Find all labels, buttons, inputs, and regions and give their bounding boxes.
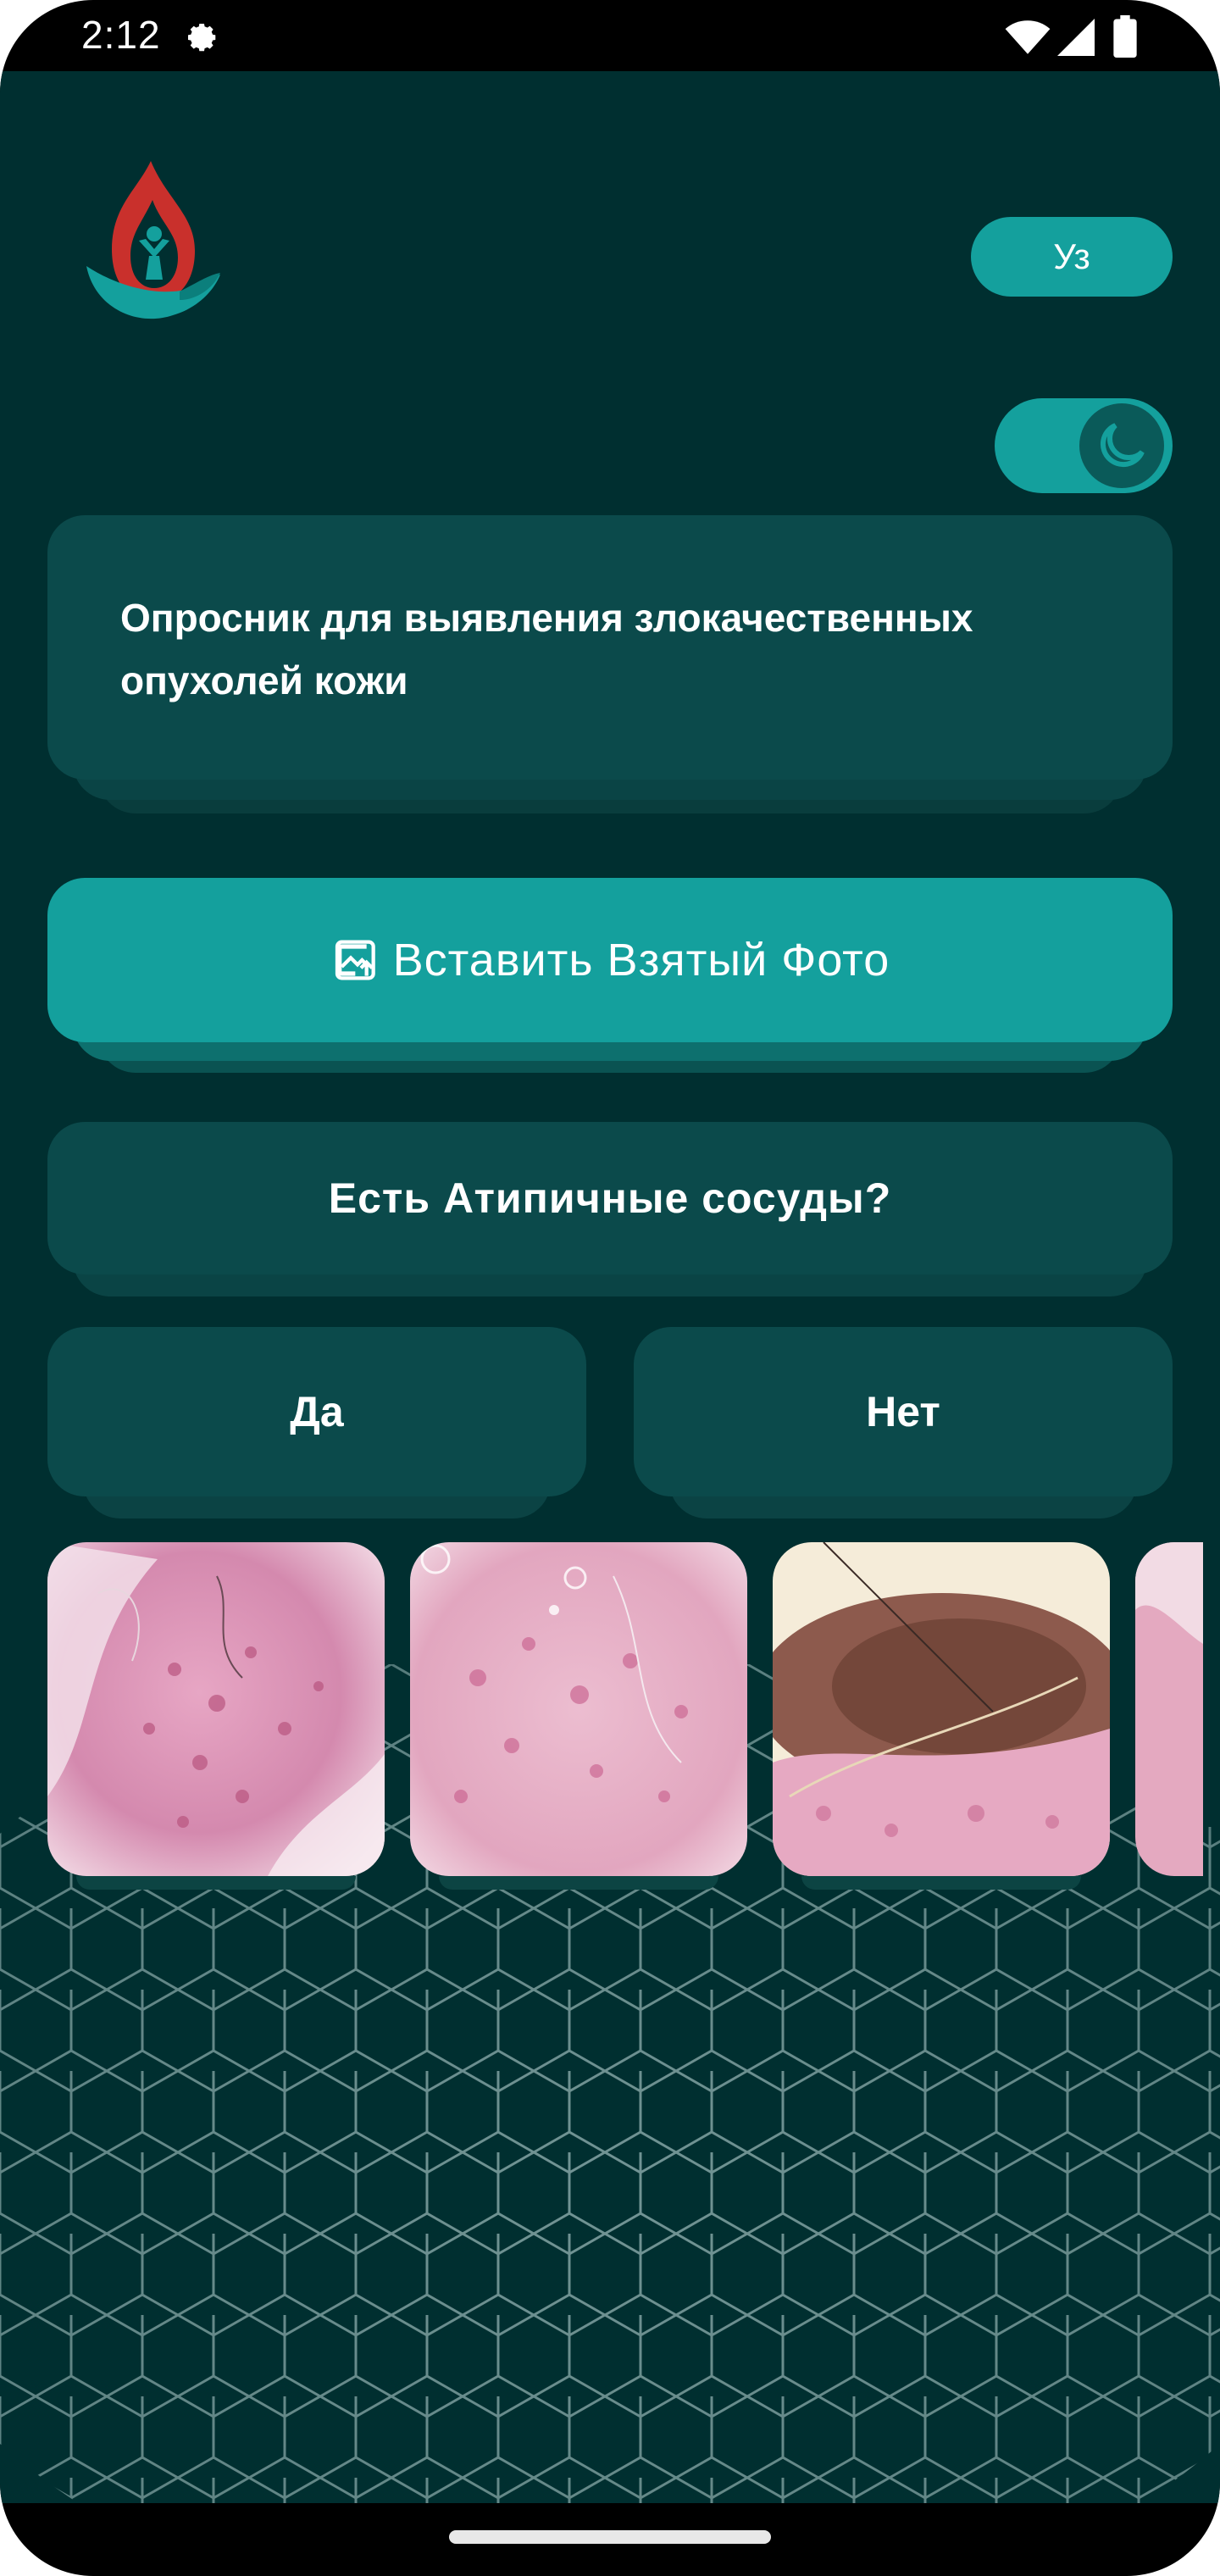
app-screen: Уз Опросник для выявления злокачественны…: [0, 71, 1220, 2503]
flame-hand-logo-icon: [86, 161, 220, 319]
phone-device: 2:12 Уз Опросник для выявления злокачест…: [0, 0, 1220, 2576]
battery-icon: [1113, 15, 1137, 58]
upload-photo-label: Вставить Взятый Фото: [392, 935, 890, 985]
language-selector-button[interactable]: Уз: [971, 217, 1173, 297]
questionnaire-title: Опросник для выявления злокачественных о…: [120, 596, 973, 702]
dermoscopy-example-1[interactable]: [47, 1542, 385, 1876]
language-label: Уз: [1053, 236, 1090, 276]
toggle-knob: [1079, 403, 1164, 488]
cell-signal-icon: [1057, 19, 1095, 56]
dermoscopy-image-4: [1135, 1542, 1203, 1876]
thumb-shadow-1: [76, 1876, 356, 1890]
dermoscopy-image-2: [410, 1542, 747, 1876]
question-text: Есть Атипичные сосуды?: [328, 1174, 892, 1222]
no-button[interactable]: Нет: [634, 1327, 1173, 1496]
moon-icon: [1100, 423, 1145, 468]
dermoscopy-image-3: [773, 1542, 1110, 1876]
status-time: 2:12: [81, 13, 161, 57]
dermoscopy-example-4[interactable]: [1135, 1542, 1203, 1876]
no-button-label: Нет: [866, 1388, 940, 1435]
status-bar: 2:12: [0, 0, 1220, 71]
home-indicator[interactable]: [449, 2530, 771, 2544]
yes-button[interactable]: Да: [47, 1327, 586, 1496]
wifi-icon: [1005, 20, 1051, 54]
settings-gear-icon: [188, 24, 216, 52]
thumb-shadow-3: [801, 1876, 1081, 1890]
dermoscopy-example-3[interactable]: [773, 1542, 1110, 1876]
dermoscopy-example-2[interactable]: [410, 1542, 747, 1876]
dermoscopy-image-1: [47, 1542, 385, 1876]
image-upload-icon: [335, 940, 375, 980]
question-card: Есть Атипичные сосуды?: [47, 1122, 1173, 1274]
questionnaire-title-card: Опросник для выявления злокачественных о…: [47, 515, 1173, 780]
yes-button-label: Да: [290, 1388, 344, 1435]
thumb-shadow-2: [439, 1876, 718, 1890]
upload-photo-button[interactable]: Вставить Взятый Фото: [47, 878, 1173, 1042]
dark-mode-toggle[interactable]: [995, 398, 1173, 493]
